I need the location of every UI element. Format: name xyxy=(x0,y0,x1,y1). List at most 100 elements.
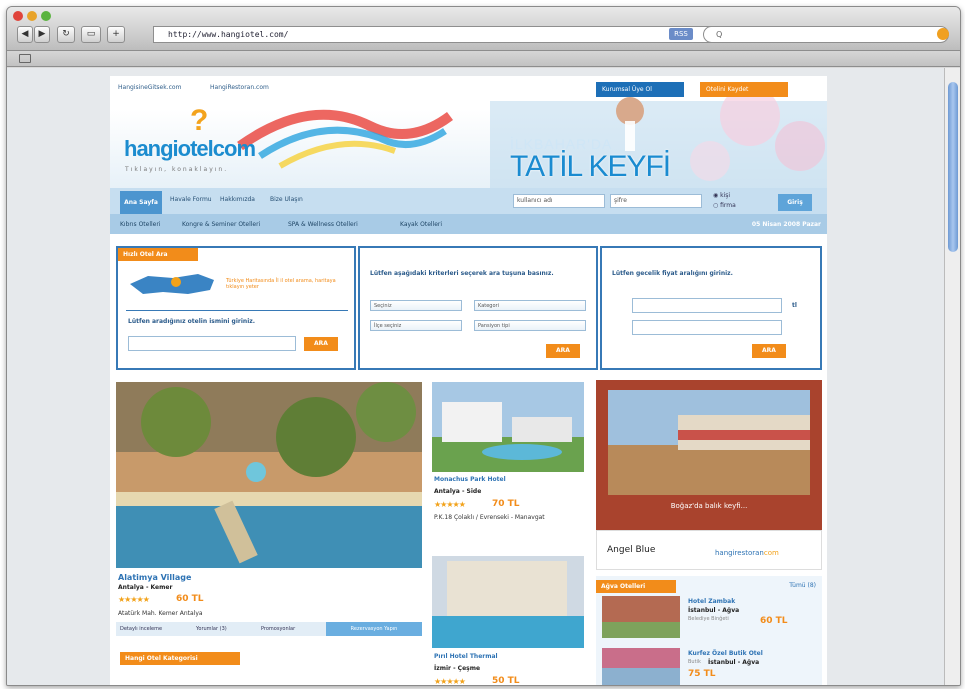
site-container: HangisineGitsek.com HangiRestoran.com ? … xyxy=(110,76,827,686)
cat-kongre[interactable]: Kongre & Seminer Otelleri xyxy=(182,221,260,228)
search-field[interactable]: Q xyxy=(703,26,949,43)
turkey-map-icon[interactable] xyxy=(128,270,218,300)
restaurant-brand[interactable]: hangirestorancom xyxy=(715,549,779,557)
link-hangisinegitsek[interactable]: HangisineGitsek.com xyxy=(118,84,181,91)
piril-photo[interactable] xyxy=(432,556,584,648)
minimize-icon[interactable] xyxy=(27,11,37,21)
zambak-image[interactable] xyxy=(602,596,680,638)
hotel-main-stars: ★★★★★ xyxy=(118,595,150,604)
bookmarks-icon[interactable] xyxy=(19,54,31,63)
hotel-main-address: Atatürk Mah. Kemer Antalya xyxy=(118,610,203,617)
hotel-main-price: 60 TL xyxy=(176,594,204,604)
corporate-member-button[interactable]: Kurumsal Üye Ol xyxy=(596,82,684,97)
restaurant-footer: Angel Blue hangirestorancom xyxy=(596,530,822,570)
tab-home[interactable]: Ana Sayfa xyxy=(120,191,162,214)
forward-button[interactable]: ▶ xyxy=(34,26,50,43)
detail-link[interactable]: Detaylı inceleme xyxy=(120,626,162,632)
price-min-input[interactable] xyxy=(632,298,782,313)
cat-spa[interactable]: SPA & Wellness Otelleri xyxy=(288,221,358,228)
date-label: 05 Nisan 2008 Pazar xyxy=(751,221,821,228)
snapback-icon[interactable] xyxy=(937,28,949,40)
search-criteria-button[interactable]: ARA xyxy=(546,344,580,358)
close-icon[interactable] xyxy=(13,11,23,21)
select-category[interactable]: Kategori xyxy=(474,300,586,311)
hotel3-location: İzmir - Çeşme xyxy=(434,665,481,672)
zambak-sub: Belediye Binğeti xyxy=(688,616,729,622)
logo-suffix: com xyxy=(212,136,256,161)
criteria-label: Lütfen aşağıdaki kriterleri seçerek ara … xyxy=(370,270,554,277)
cat-kayak[interactable]: Kayak Otelleri xyxy=(400,221,442,228)
cat-kibris[interactable]: Kıbrıs Otelleri xyxy=(120,221,161,228)
rss-icon[interactable]: RSS xyxy=(669,28,693,40)
agva-all-link[interactable]: Tümü (8) xyxy=(789,582,816,589)
restaurant-image xyxy=(608,390,810,495)
scroll-thumb[interactable] xyxy=(948,82,958,252)
kurfez-price: 75 TL xyxy=(688,669,716,679)
hotel2-stars: ★★★★★ xyxy=(434,500,466,509)
search-name-button[interactable]: ARA xyxy=(304,337,338,351)
agva-title: Ağva Otelleri xyxy=(596,580,676,593)
radio-person-label: kişi xyxy=(720,192,731,199)
radio-company-label: firma xyxy=(720,202,736,209)
hotel3-stars: ★★★★★ xyxy=(434,677,466,686)
category-nav: Kıbrıs Otelleri Kongre & Seminer Oteller… xyxy=(110,214,827,234)
password-input[interactable]: şifre xyxy=(610,194,702,208)
divider xyxy=(126,310,348,311)
hotel3-price: 50 TL xyxy=(492,676,520,686)
url-bar[interactable]: http://www.hangiotel.com/ xyxy=(153,26,713,43)
promo-link[interactable]: Promosyonlar xyxy=(261,626,295,632)
price-max-input[interactable] xyxy=(632,320,782,335)
kurfez-image[interactable] xyxy=(602,648,680,686)
criteria-panel: Lütfen aşağıdaki kriterleri seçerek ara … xyxy=(358,246,598,370)
select-city[interactable]: Seçiniz xyxy=(370,300,462,311)
zambak-price: 60 TL xyxy=(760,616,788,626)
select-district[interactable]: İlçe seçiniz xyxy=(370,320,462,331)
restaurant-banner[interactable]: Boğaz'da balık keyfi... xyxy=(596,380,822,530)
site-logo[interactable]: hangiotelcom xyxy=(124,136,256,162)
logo-question-icon: ? xyxy=(190,104,209,137)
reserve-button[interactable]: Rezervasyon Yapın xyxy=(326,622,422,636)
hotel2-address: P.K.18 Çolaklı / Evrenseki - Manavgat xyxy=(434,514,545,521)
kurfez-tag: Butik xyxy=(688,659,701,665)
back-button[interactable]: ◀ xyxy=(17,26,33,43)
select-board[interactable]: Pansiyon tipi xyxy=(474,320,586,331)
tab-contact[interactable]: Bize Ulaşın xyxy=(270,196,303,203)
radio-person[interactable]: ◉ kişi xyxy=(713,192,730,199)
hotel-main-name[interactable]: Alatimya Village xyxy=(118,573,191,582)
tab-about[interactable]: Hakkımızda xyxy=(220,196,255,203)
register-hotel-button[interactable]: Otelini Kaydet xyxy=(700,82,788,97)
restaurant-name[interactable]: Angel Blue xyxy=(607,545,655,555)
vertical-scrollbar[interactable] xyxy=(944,68,960,685)
search-price-button[interactable]: ARA xyxy=(752,344,786,358)
slogan: Tıklayın, konaklayın. xyxy=(125,166,229,173)
radio-company[interactable]: ○ firma xyxy=(713,202,736,209)
map-text: Türkiye Haritasında İl il otel arama, ha… xyxy=(226,278,336,290)
login-button[interactable]: Giriş xyxy=(778,194,812,211)
zambak-name[interactable]: Hotel Zambak xyxy=(688,598,735,605)
link-hangirestoran[interactable]: HangiRestoran.com xyxy=(210,84,269,91)
kurfez-name[interactable]: Kurfez Özel Butik Otel xyxy=(688,650,763,657)
bookmarks-bar xyxy=(7,51,960,67)
hotel2-name[interactable]: Monachus Park Hotel xyxy=(434,476,506,483)
tabs-button[interactable]: ▭ xyxy=(81,26,101,43)
monachus-photo[interactable] xyxy=(432,382,584,472)
kurfez-location: İstanbul - Ağva xyxy=(708,659,760,666)
add-bookmark-button[interactable]: + xyxy=(107,26,125,43)
site-header: HangisineGitsek.com HangiRestoran.com ? … xyxy=(110,76,827,188)
reload-button[interactable]: ↻ xyxy=(57,26,75,43)
hotel-name-input[interactable] xyxy=(128,336,296,351)
main-nav: Ana Sayfa Havale Formu Hakkımızda Bize U… xyxy=(110,188,827,214)
page-viewport: HangisineGitsek.com HangiRestoran.com ? … xyxy=(7,68,946,686)
zoom-icon[interactable] xyxy=(41,11,51,21)
alatimya-photo[interactable] xyxy=(116,382,422,568)
piril-image xyxy=(432,556,584,648)
reviews-link[interactable]: Yorumlar (3) xyxy=(196,626,227,632)
restaurant-caption: Boğaz'da balık keyfi... xyxy=(670,502,748,510)
tab-havale[interactable]: Havale Formu xyxy=(170,196,212,203)
quick-search-title: Hızlı Otel Ara xyxy=(118,248,198,261)
alatimya-image xyxy=(116,382,422,568)
banner-line2: TATİL KEYFİ xyxy=(510,150,671,183)
price-label: Lütfen gecelik fiyat aralığını giriniz. xyxy=(612,270,733,277)
username-input[interactable]: kullanıcı adı xyxy=(513,194,605,208)
hotel3-name[interactable]: Pırıl Hotel Thermal xyxy=(434,653,498,660)
